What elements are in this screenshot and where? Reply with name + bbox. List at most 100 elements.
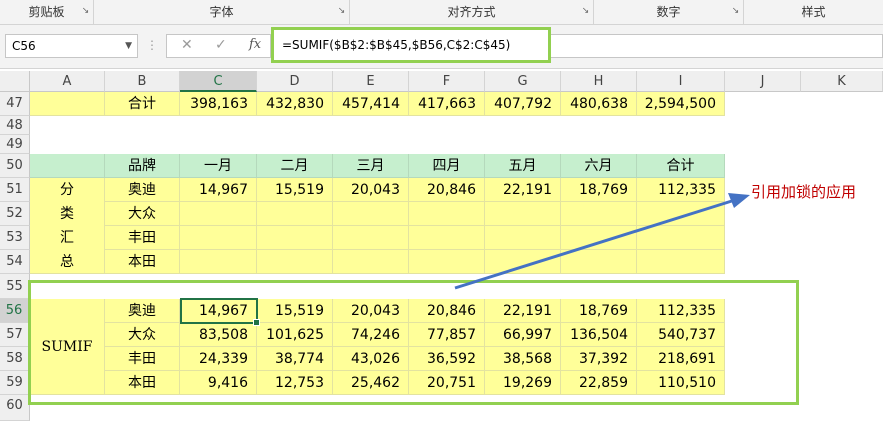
cell-i59[interactable]: 110,510 [637, 371, 725, 395]
column-header-j[interactable]: J [725, 71, 801, 92]
cell-g47[interactable]: 407,792 [485, 92, 561, 116]
cell-d51[interactable]: 15,519 [257, 178, 333, 202]
cell-f52[interactable] [409, 202, 485, 226]
cell-h50-month-header[interactable]: 六月 [561, 154, 637, 178]
cell-g56[interactable]: 22,191 [485, 299, 561, 323]
dialog-launcher-icon[interactable]: ↘ [581, 7, 590, 16]
cell-g58[interactable]: 38,568 [485, 347, 561, 371]
cell-i47[interactable]: 2,594,500 [637, 92, 725, 116]
cell-i56[interactable]: 112,335 [637, 299, 725, 323]
column-header-e[interactable]: E [333, 71, 409, 92]
cell-c52[interactable] [180, 202, 257, 226]
insert-function-icon[interactable]: fx [249, 37, 261, 52]
cell-d54[interactable] [257, 250, 333, 274]
column-header-k[interactable]: K [801, 71, 883, 92]
column-header-h[interactable]: H [561, 71, 637, 92]
cell-e47[interactable]: 457,414 [333, 92, 409, 116]
cell-h51[interactable]: 18,769 [561, 178, 637, 202]
row-header[interactable]: 60 [0, 395, 30, 421]
cell-f54[interactable] [409, 250, 485, 274]
cell-e51[interactable]: 20,043 [333, 178, 409, 202]
cell-f57[interactable]: 77,857 [409, 323, 485, 347]
cell-h52[interactable] [561, 202, 637, 226]
cell-d53[interactable] [257, 226, 333, 250]
row-header[interactable]: 48 [0, 116, 30, 135]
column-header-a[interactable]: A [30, 71, 105, 92]
cell-b52[interactable]: 大众 [105, 202, 180, 226]
cell-f53[interactable] [409, 226, 485, 250]
cell-i58[interactable]: 218,691 [637, 347, 725, 371]
cell-d52[interactable] [257, 202, 333, 226]
dialog-launcher-icon[interactable]: ↘ [337, 7, 346, 16]
cell-f58[interactable]: 36,592 [409, 347, 485, 371]
cell-c51[interactable]: 14,967 [180, 178, 257, 202]
cell-g59[interactable]: 19,269 [485, 371, 561, 395]
cell-h57[interactable]: 136,504 [561, 323, 637, 347]
name-box[interactable]: C56 ▼ [5, 34, 138, 58]
cell-e58[interactable]: 43,026 [333, 347, 409, 371]
cell-f51[interactable]: 20,846 [409, 178, 485, 202]
cell-i50-total-header[interactable]: 合计 [637, 154, 725, 178]
cell-f47[interactable]: 417,663 [409, 92, 485, 116]
cell-h56[interactable]: 18,769 [561, 299, 637, 323]
formula-input-area[interactable] [551, 34, 883, 58]
chevron-down-icon[interactable]: ▼ [125, 35, 132, 57]
column-header-d[interactable]: D [257, 71, 333, 92]
cell-h53[interactable] [561, 226, 637, 250]
cell-i57[interactable]: 540,737 [637, 323, 725, 347]
cell-h54[interactable] [561, 250, 637, 274]
cell-e54[interactable] [333, 250, 409, 274]
cell-h47[interactable]: 480,638 [561, 92, 637, 116]
cell-g52[interactable] [485, 202, 561, 226]
enter-icon[interactable]: ✓ [215, 37, 227, 53]
cell-e57[interactable]: 74,246 [333, 323, 409, 347]
row-header[interactable]: 50 [0, 154, 30, 178]
cell-a47[interactable] [30, 92, 105, 116]
cell-f50-month-header[interactable]: 四月 [409, 154, 485, 178]
cell-i53[interactable] [637, 226, 725, 250]
cell-i51[interactable]: 112,335 [637, 178, 725, 202]
cell-d50-month-header[interactable]: 二月 [257, 154, 333, 178]
column-header-g[interactable]: G [485, 71, 561, 92]
cell-c47[interactable]: 398,163 [180, 92, 257, 116]
row-header[interactable]: 53 [0, 226, 30, 250]
row-header[interactable]: 59 [0, 371, 30, 395]
row-header[interactable]: 57 [0, 323, 30, 347]
column-header-c[interactable]: C [180, 71, 257, 92]
cell-g51[interactable]: 22,191 [485, 178, 561, 202]
cell-b56[interactable]: 奥迪 [105, 299, 180, 323]
cell-i54[interactable] [637, 250, 725, 274]
cell-g53[interactable] [485, 226, 561, 250]
cell-c53[interactable] [180, 226, 257, 250]
cell-d57[interactable]: 101,625 [257, 323, 333, 347]
cell-c54[interactable] [180, 250, 257, 274]
row-header[interactable]: 47 [0, 92, 30, 116]
row-header[interactable]: 49 [0, 135, 30, 154]
cell-c57[interactable]: 83,508 [180, 323, 257, 347]
row-header[interactable]: 51 [0, 178, 30, 202]
cell-d47[interactable]: 432,830 [257, 92, 333, 116]
cell-b47[interactable]: 合计 [105, 92, 180, 116]
cell-b50-brand-header[interactable]: 品牌 [105, 154, 180, 178]
merged-cell-a51-a54[interactable]: 分 类 汇 总 [30, 178, 105, 274]
cell-e52[interactable] [333, 202, 409, 226]
row-header[interactable]: 55 [0, 274, 30, 299]
cell-b53[interactable]: 丰田 [105, 226, 180, 250]
dialog-launcher-icon[interactable]: ↘ [731, 7, 740, 16]
cell-b57[interactable]: 大众 [105, 323, 180, 347]
cell-b51[interactable]: 奥迪 [105, 178, 180, 202]
cell-g50-month-header[interactable]: 五月 [485, 154, 561, 178]
column-header-b[interactable]: B [105, 71, 180, 92]
cell-f59[interactable]: 20,751 [409, 371, 485, 395]
cell-b58[interactable]: 丰田 [105, 347, 180, 371]
cell-h59[interactable]: 22,859 [561, 371, 637, 395]
cell-h58[interactable]: 37,392 [561, 347, 637, 371]
cell-g54[interactable] [485, 250, 561, 274]
cell-c50-month-header[interactable]: 一月 [180, 154, 257, 178]
row-header-active[interactable]: 56 [0, 299, 30, 323]
cancel-icon[interactable]: ✕ [181, 37, 193, 53]
merged-cell-a56-a59-sumif[interactable]: SUMIF [30, 299, 105, 395]
cell-c58[interactable]: 24,339 [180, 347, 257, 371]
row-header[interactable]: 54 [0, 250, 30, 274]
cell-g57[interactable]: 66,997 [485, 323, 561, 347]
